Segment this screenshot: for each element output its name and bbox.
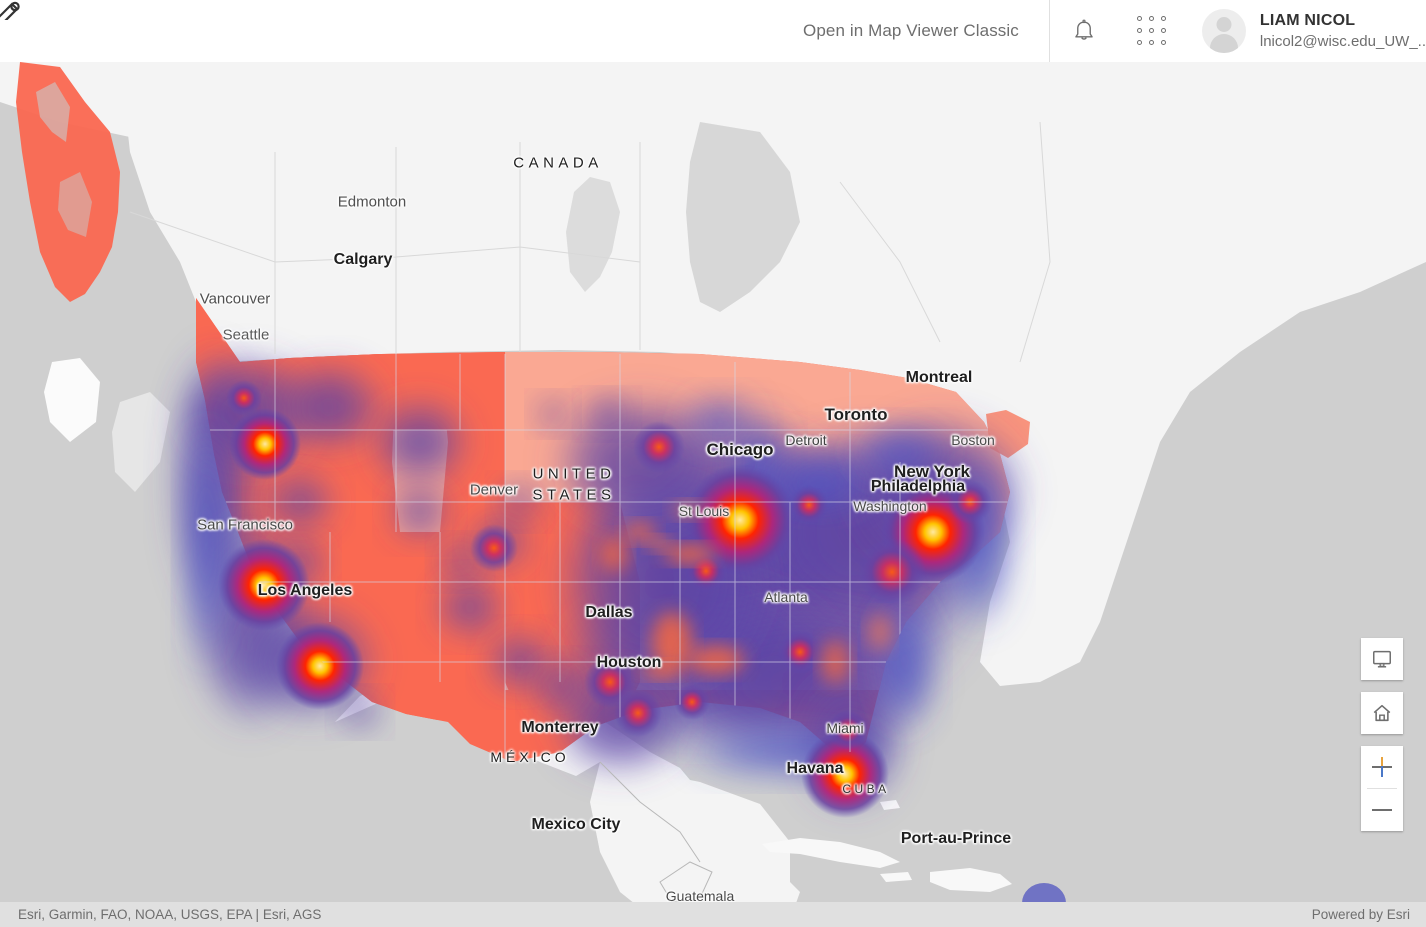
map-graphic: [0, 62, 1426, 927]
zoom-controls: [1361, 746, 1403, 831]
user-email: lnicol2@wisc.edu_UW_..: [1259, 32, 1426, 50]
bell-icon: [1075, 19, 1093, 40]
minus-icon: [1372, 809, 1392, 811]
notifications-button[interactable]: [1050, 0, 1118, 62]
map-footer: Esri, Garmin, FAO, NOAA, USGS, EPA | Esr…: [0, 902, 1426, 927]
attribution-text: Esri, Garmin, FAO, NOAA, USGS, EPA | Esr…: [18, 907, 322, 922]
monitor-icon: [1373, 650, 1391, 668]
user-account-button[interactable]: LIAM NICOL lnicol2@wisc.edu_UW_..: [1186, 0, 1426, 62]
user-avatar-icon: [1201, 9, 1246, 53]
user-name: LIAM NICOL: [1259, 11, 1356, 29]
home-icon: [1373, 704, 1391, 722]
grid-apps-icon: [1136, 16, 1167, 46]
app-launcher-button[interactable]: [1118, 0, 1186, 62]
screen-view-button[interactable]: [1361, 638, 1403, 680]
home-button[interactable]: [1361, 692, 1403, 734]
app-header: Open in Map Viewer Classic LIAM NICOL ln…: [0, 0, 1426, 62]
map-controls: [1361, 638, 1403, 831]
map-canvas[interactable]: CANADA UNITED STATES MÉXICO CUBA Edmonton Cal…: [0, 62, 1426, 927]
open-map-viewer-classic-link[interactable]: Open in Map Viewer Classic: [803, 21, 1019, 41]
zoom-in-button[interactable]: [1361, 746, 1403, 788]
pencil-icon[interactable]: [0, 0, 22, 20]
zoom-out-button[interactable]: [1361, 789, 1403, 831]
plus-icon: [1372, 757, 1392, 777]
user-text-block: LIAM NICOL lnicol2@wisc.edu_UW_..: [1260, 11, 1426, 52]
powered-by-esri[interactable]: Powered by Esri: [1312, 907, 1426, 922]
